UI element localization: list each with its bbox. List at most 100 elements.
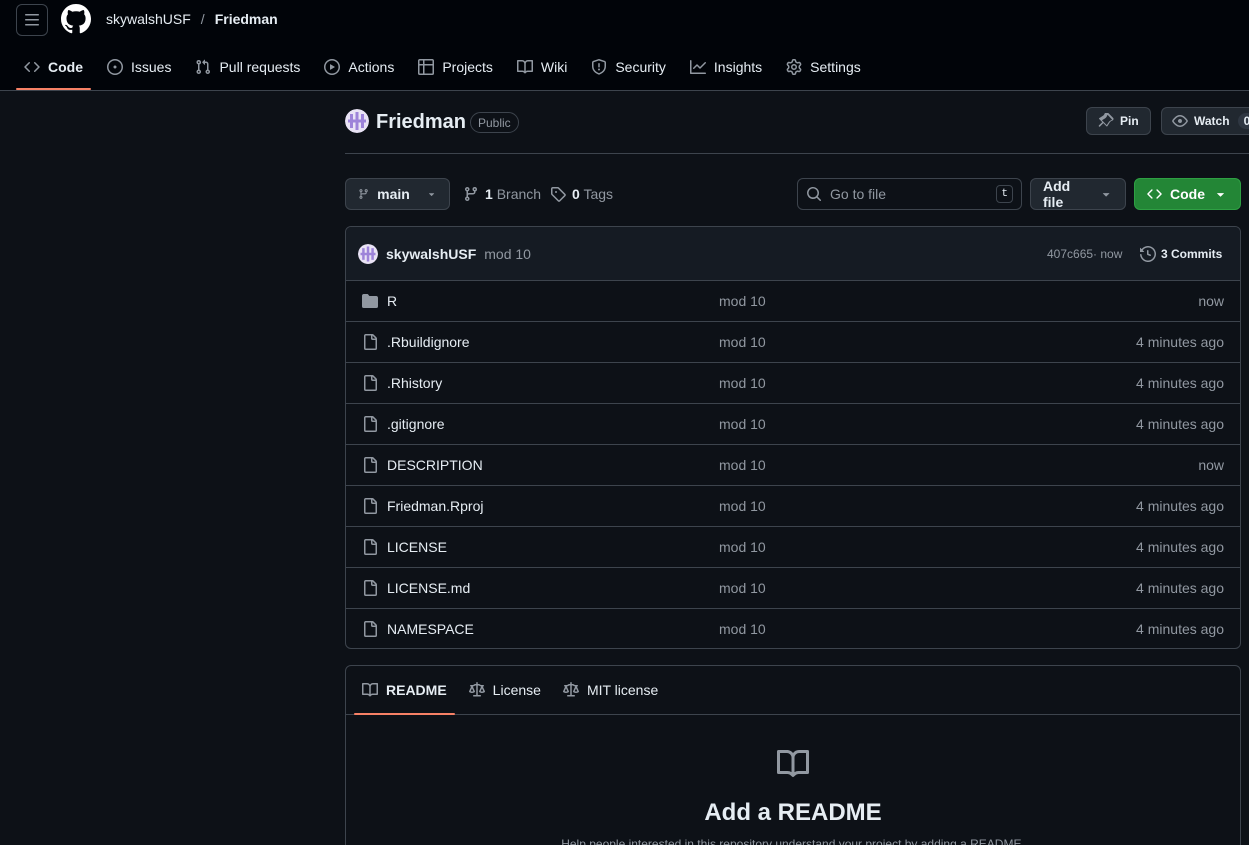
commit-message[interactable]: mod 10 <box>484 246 531 262</box>
pin-button[interactable]: Pin <box>1086 107 1151 135</box>
book-icon <box>777 749 809 777</box>
file-name[interactable]: LICENSE.md <box>387 580 470 596</box>
github-logo-icon[interactable] <box>61 4 91 34</box>
file-name[interactable]: DESCRIPTION <box>387 457 483 473</box>
file-name[interactable]: Friedman.Rproj <box>387 498 483 514</box>
breadcrumb-repo[interactable]: Friedman <box>215 11 278 27</box>
branch-count: 1 <box>485 186 493 202</box>
file-commit-message[interactable]: mod 10 <box>719 334 766 350</box>
page-title[interactable]: Friedman <box>376 111 466 134</box>
tab-projects[interactable]: Projects <box>410 50 501 84</box>
tab-label: Issues <box>131 59 172 75</box>
avatar[interactable] <box>358 243 378 264</box>
add-file-button[interactable]: Add file <box>1030 178 1126 210</box>
code-button-label: Code <box>1170 186 1205 202</box>
shield-icon <box>592 59 607 75</box>
file-name[interactable]: LICENSE <box>387 539 447 555</box>
tab-insights[interactable]: Insights <box>682 50 770 84</box>
commits-history-link[interactable]: 3 Commits <box>1140 227 1222 281</box>
file-name[interactable]: .gitignore <box>387 416 445 432</box>
code-icon <box>24 61 40 73</box>
commit-time: · now <box>1093 247 1123 261</box>
commit-author[interactable]: skywalshUSF <box>386 246 476 262</box>
triangle-down-icon <box>1102 193 1110 197</box>
visibility-badge: Public <box>470 112 519 133</box>
tab-label: Insights <box>713 59 763 75</box>
file-updated-time: 4 minutes ago <box>1136 539 1224 555</box>
tab-label: Pull requests <box>219 59 301 75</box>
watch-button[interactable]: Watch 0 <box>1161 107 1249 135</box>
tab-label: MIT license <box>586 682 659 698</box>
tab-pull-requests[interactable]: Pull requests <box>187 50 308 84</box>
tab-settings[interactable]: Settings <box>778 50 869 84</box>
menu-button[interactable] <box>16 4 48 36</box>
avatar[interactable] <box>345 109 369 133</box>
table-row[interactable]: .Rhistory mod 10 4 minutes ago <box>346 363 1240 404</box>
file-updated-time: now <box>1198 457 1224 473</box>
file-updated-time: 4 minutes ago <box>1136 621 1224 637</box>
tab-wiki[interactable]: Wiki <box>509 50 575 84</box>
breadcrumb-owner[interactable]: skywalshUSF <box>106 11 191 27</box>
tab-mit-license[interactable]: MIT license <box>555 666 666 714</box>
tab-license[interactable]: License <box>461 666 549 714</box>
repo-title-row: Friedman Public Pin Watch 0 <box>345 106 1249 154</box>
table-row[interactable]: .Rbuildignore mod 10 4 minutes ago <box>346 322 1240 363</box>
file-commit-message[interactable]: mod 10 <box>719 621 766 637</box>
branches-link[interactable]: 1 Branch <box>463 178 541 210</box>
file-commit-message[interactable]: mod 10 <box>719 375 766 391</box>
tab-label: README <box>386 682 447 698</box>
law-icon <box>562 682 579 697</box>
file-name[interactable]: .Rhistory <box>387 375 442 391</box>
git-pull-request-icon <box>196 59 211 75</box>
global-header: skywalshUSF / Friedman Code Issues Pull … <box>0 0 1249 91</box>
table-row[interactable]: .gitignore mod 10 4 minutes ago <box>346 404 1240 445</box>
file-commit-message[interactable]: mod 10 <box>719 416 766 432</box>
commit-meta: 407c665 · now <box>1047 227 1122 281</box>
file-commit-message[interactable]: mod 10 <box>719 457 766 473</box>
table-row[interactable]: Friedman.Rproj mod 10 4 minutes ago <box>346 486 1240 527</box>
table-row[interactable]: NAMESPACE mod 10 4 minutes ago <box>346 609 1240 648</box>
issue-opened-icon <box>107 59 123 75</box>
tab-issues[interactable]: Issues <box>99 50 179 84</box>
tab-readme[interactable]: README <box>354 666 455 715</box>
tab-security[interactable]: Security <box>583 50 674 84</box>
tab-actions[interactable]: Actions <box>316 50 402 84</box>
file-commit-message[interactable]: mod 10 <box>719 580 766 596</box>
go-to-file-search[interactable]: t <box>797 178 1022 210</box>
search-input[interactable] <box>830 186 980 202</box>
table-row[interactable]: LICENSE.md mod 10 4 minutes ago <box>346 568 1240 609</box>
readme-tabs: README License MIT license <box>346 666 1240 715</box>
file-name[interactable]: .Rbuildignore <box>387 334 470 350</box>
tab-code[interactable]: Code <box>16 50 91 90</box>
table-row[interactable]: Rmod 10 now <box>346 281 1240 322</box>
file-updated-time: 4 minutes ago <box>1136 375 1224 391</box>
triangle-down-icon <box>428 193 434 197</box>
file-icon <box>364 416 377 432</box>
commit-hash[interactable]: 407c665 <box>1047 247 1093 261</box>
triangle-down-icon <box>1217 193 1224 197</box>
tab-label: Actions <box>348 59 395 75</box>
tab-label: Code <box>48 59 83 75</box>
pin-label: Pin <box>1120 114 1139 128</box>
branch-selector[interactable]: main <box>345 178 450 210</box>
table-row[interactable]: LICENSE mod 10 4 minutes ago <box>346 527 1240 568</box>
file-commit-message[interactable]: mod 10 <box>719 293 766 309</box>
file-name[interactable]: R <box>387 293 397 309</box>
file-icon <box>364 375 377 391</box>
tags-link[interactable]: 0 Tags <box>550 178 613 210</box>
file-icon <box>364 621 377 637</box>
hamburger-icon <box>25 14 39 26</box>
file-updated-time: 4 minutes ago <box>1136 334 1224 350</box>
file-name[interactable]: NAMESPACE <box>387 621 474 637</box>
file-icon <box>364 580 377 596</box>
table-row[interactable]: DESCRIPTION mod 10 now <box>346 445 1240 486</box>
code-button[interactable]: Code <box>1134 178 1241 210</box>
file-icon <box>364 498 377 514</box>
readme-empty-heading: Add a README <box>704 799 882 826</box>
file-icon <box>364 539 377 555</box>
file-commit-message[interactable]: mod 10 <box>719 498 766 514</box>
file-commit-message[interactable]: mod 10 <box>719 539 766 555</box>
graph-icon <box>689 60 706 74</box>
file-toolbar: main 1 Branch 0 Tags t Add file Code <box>345 178 1241 210</box>
gear-icon <box>786 59 802 75</box>
